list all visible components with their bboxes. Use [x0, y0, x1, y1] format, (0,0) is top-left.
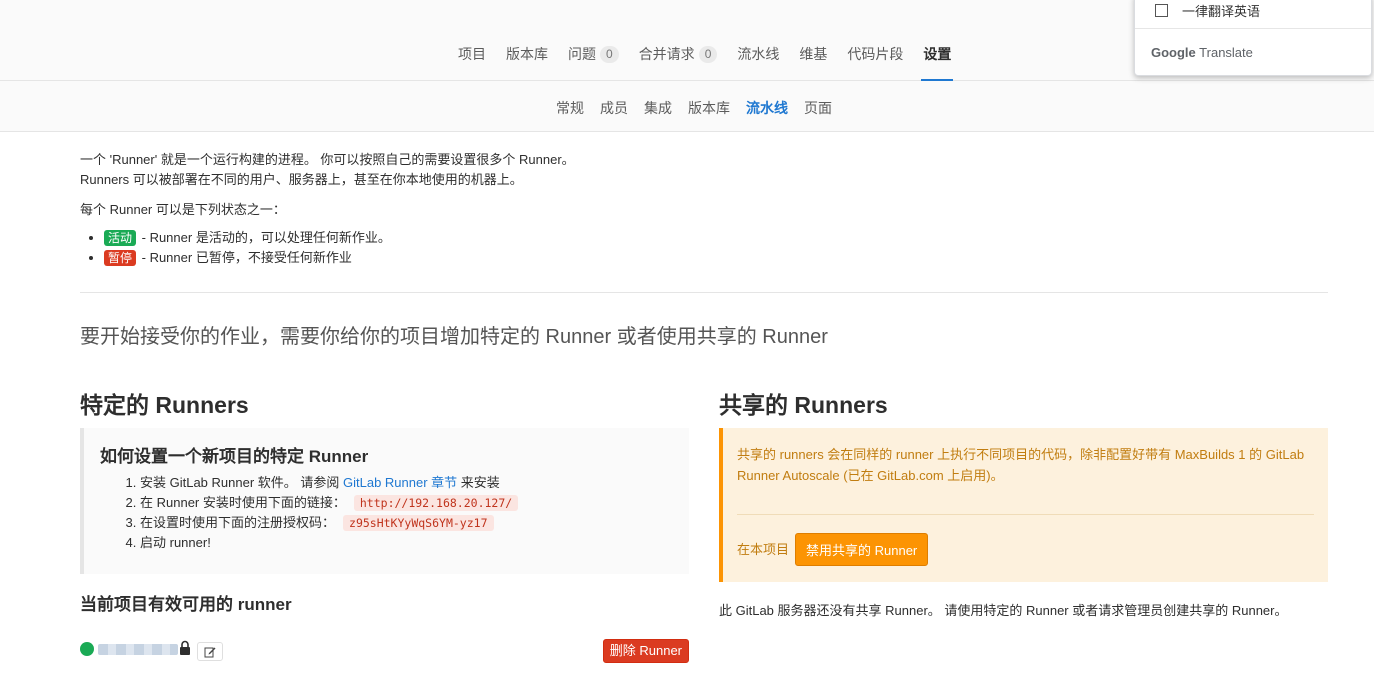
runner-list-item: 删除 Runner — [80, 638, 689, 664]
available-runners-title: 当前项目有效可用的 runner — [80, 595, 292, 614]
specific-runner-setup-box: 如何设置一个新项目的特定 Runner 安装 GitLab Runner 软件。… — [80, 428, 689, 574]
delete-runner-button[interactable]: 删除 Runner — [602, 639, 689, 663]
setup-step: 安装 GitLab Runner 软件。 请参阅 GitLab Runner 章… — [140, 473, 673, 493]
runner-token-redacted[interactable] — [98, 644, 178, 655]
tab-snippets[interactable]: 代码片段 — [845, 36, 905, 81]
tab-wiki[interactable]: 维基 — [797, 36, 829, 81]
lead-text: 要开始接受你的作业，需要你给你的项目增加特定的 Runner 或者使用共享的 R… — [80, 326, 828, 348]
gitlab-runner-docs-link[interactable]: GitLab Runner 章节 — [343, 475, 457, 490]
divider — [737, 514, 1314, 515]
setup-step: 在设置时使用下面的注册授权码：z95sHtKYyWqS6YM-yz17 — [140, 513, 673, 533]
list-item: 暂停 - Runner 已暂停，不接受任何新作业 — [104, 248, 780, 268]
no-shared-runners-note: 此 GitLab 服务器还没有共享 Runner。 请使用特定的 Runner … — [719, 603, 1288, 618]
subtab-pipelines[interactable]: 流水线 — [746, 98, 788, 118]
setup-step: 在 Runner 安装时使用下面的链接：http://192.168.20.12… — [140, 493, 673, 513]
paused-status-badge: 暂停 — [104, 250, 137, 266]
intro-line-1: 一个 'Runner' 就是一个运行构建的进程。 你可以按照自己的需要设置很多个… — [80, 152, 575, 167]
tab-issues[interactable]: 问题 0 — [566, 36, 621, 81]
pencil-icon — [204, 647, 216, 657]
specific-runners-title: 特定的 Runners — [80, 392, 249, 418]
tab-repository[interactable]: 版本库 — [504, 36, 550, 81]
states-title: 每个 Runner 可以是下列状态之一： — [80, 202, 286, 217]
runners-intro: 一个 'Runner' 就是一个运行构建的进程。 你可以按照自己的需要设置很多个… — [80, 150, 780, 268]
subtab-members[interactable]: 成员 — [600, 98, 628, 118]
settings-tabs: 常规 成员 集成 版本库 流水线 页面 — [548, 98, 840, 118]
subtab-repository[interactable]: 版本库 — [688, 98, 730, 118]
lock-icon — [179, 640, 191, 656]
intro-line-2: Runners 可以被部署在不同的用户、服务器上，甚至在你本地使用的机器上。 — [80, 172, 523, 187]
shared-runners-info-box: 共享的 runners 会在同样的 runner 上执行不同项目的代码，除非配置… — [719, 428, 1328, 582]
in-this-project-label: 在本项目 — [737, 542, 790, 557]
disable-shared-runners-button[interactable]: 禁用共享的 Runner — [795, 533, 929, 566]
subtab-pages[interactable]: 页面 — [804, 98, 832, 118]
merge-requests-count-badge: 0 — [698, 45, 718, 63]
edit-runner-button[interactable] — [197, 642, 223, 661]
list-item: 活动 - Runner 是活动的，可以处理任何新作业。 — [104, 228, 780, 248]
active-status-badge: 活动 — [104, 230, 137, 246]
shared-runners-title: 共享的 Runners — [719, 392, 888, 418]
tab-settings[interactable]: 设置 — [921, 36, 954, 81]
coordinator-url[interactable]: http://192.168.20.127/ — [353, 495, 519, 511]
subtab-integrations[interactable]: 集成 — [644, 98, 672, 118]
always-translate-option[interactable]: 一律翻译英语 — [1155, 1, 1260, 20]
setup-steps: 安装 GitLab Runner 软件。 请参阅 GitLab Runner 章… — [100, 473, 673, 553]
project-tabs: 项目 版本库 问题 0 合并请求 0 流水线 维基 代码片段 设置 — [448, 36, 961, 81]
shared-runners-info: 共享的 runners 会在同样的 runner 上执行不同项目的代码，除非配置… — [737, 447, 1305, 483]
divider — [1135, 28, 1371, 29]
checkbox-icon[interactable] — [1155, 4, 1168, 17]
translate-popup: 一律翻译英语 Google Translate — [1134, 0, 1372, 76]
settings-sub-nav: 常规 成员 集成 版本库 流水线 页面 — [0, 81, 1374, 132]
divider — [80, 292, 1328, 293]
tab-merge-requests[interactable]: 合并请求 0 — [637, 36, 720, 81]
tab-pipelines[interactable]: 流水线 — [735, 36, 781, 81]
issues-count-badge: 0 — [600, 45, 619, 63]
setup-box-title: 如何设置一个新项目的特定 Runner — [100, 447, 369, 466]
runner-online-status-icon — [80, 642, 94, 656]
status-list: 活动 - Runner 是活动的，可以处理任何新作业。 暂停 - Runner … — [80, 228, 780, 268]
shared-runners-toggle-row: 在本项目 禁用共享的 Runner — [737, 533, 1314, 566]
always-translate-label: 一律翻译英语 — [1182, 4, 1261, 19]
google-translate-brand: Google Translate — [1151, 45, 1253, 60]
registration-token[interactable]: z95sHtKYyWqS6YM-yz17 — [343, 515, 494, 531]
subtab-general[interactable]: 常规 — [556, 98, 584, 118]
setup-step: 启动 runner! — [140, 533, 673, 553]
tab-project[interactable]: 项目 — [456, 36, 488, 81]
